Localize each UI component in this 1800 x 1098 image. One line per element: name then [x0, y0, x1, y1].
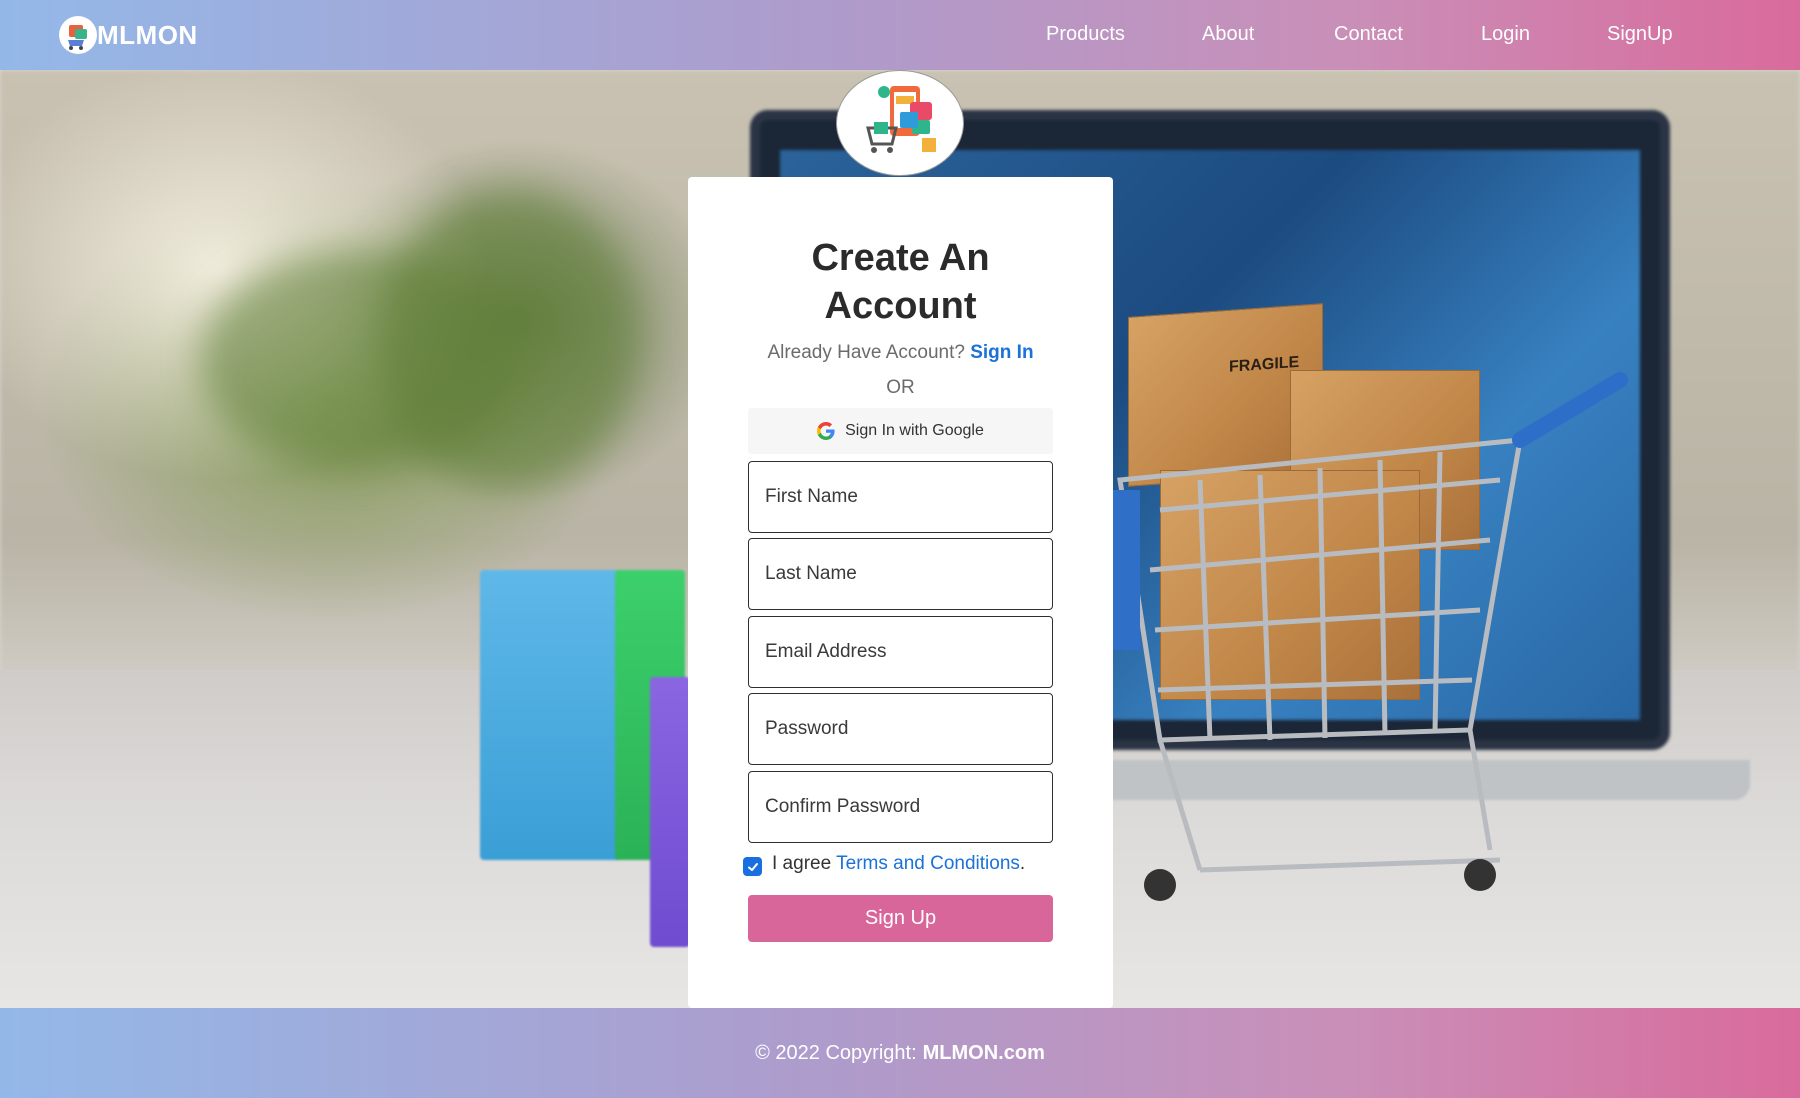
- form-title: Create An Account: [688, 234, 1113, 330]
- footer: © 2022 Copyright: MLMON.com: [0, 1008, 1800, 1098]
- google-signin-button[interactable]: Sign In with Google: [748, 408, 1053, 454]
- already-text: Already Have Account?: [767, 342, 965, 363]
- online-store-cart-icon: [836, 70, 964, 176]
- check-icon: [747, 862, 758, 871]
- form-title-line2: Account: [824, 285, 977, 327]
- last-name-field[interactable]: [748, 538, 1053, 610]
- agree-checkbox[interactable]: [743, 857, 762, 876]
- top-navbar: MLMON Products About Contact Login SignU…: [0, 0, 1800, 70]
- nav-link-login[interactable]: Login: [1481, 23, 1530, 46]
- password-field[interactable]: [748, 693, 1053, 765]
- terms-agreement: I agree Terms and Conditions.: [743, 851, 1025, 876]
- form-title-line1: Create An: [811, 237, 990, 279]
- nav-link-signup[interactable]: SignUp: [1607, 23, 1673, 46]
- terms-link[interactable]: Terms and Conditions: [836, 853, 1020, 875]
- signup-card: Create An Account Already Have Account? …: [688, 177, 1113, 1008]
- cart-frame: [1100, 372, 1628, 901]
- nav-link-contact[interactable]: Contact: [1334, 23, 1403, 46]
- email-field[interactable]: [748, 616, 1053, 688]
- agree-text: I agree: [772, 852, 832, 874]
- google-g-icon: [817, 422, 835, 440]
- shopping-cart-image: FRAGILE: [1100, 303, 1660, 910]
- signin-link[interactable]: Sign In: [970, 342, 1033, 363]
- or-divider: OR: [886, 377, 915, 398]
- google-signin-label: Sign In with Google: [845, 422, 984, 439]
- nav-link-products[interactable]: Products: [1046, 23, 1125, 46]
- shopping-bag-blue: [480, 570, 620, 860]
- terms-suffix: .: [1019, 852, 1026, 874]
- already-have-account: Already Have Account? Sign In: [688, 342, 1113, 364]
- signup-submit-button[interactable]: Sign Up: [748, 895, 1053, 942]
- footer-site-link[interactable]: MLMON.com: [923, 1042, 1045, 1065]
- confirm-password-field[interactable]: [748, 771, 1053, 843]
- shopping-bag-purple: [650, 677, 690, 947]
- footer-copyright: © 2022 Copyright:: [755, 1041, 917, 1064]
- nav-link-about[interactable]: About: [1202, 23, 1254, 46]
- nav-links: Products About Contact Login SignUp: [0, 0, 1800, 70]
- plant-blur: [380, 190, 640, 490]
- first-name-field[interactable]: [748, 461, 1053, 533]
